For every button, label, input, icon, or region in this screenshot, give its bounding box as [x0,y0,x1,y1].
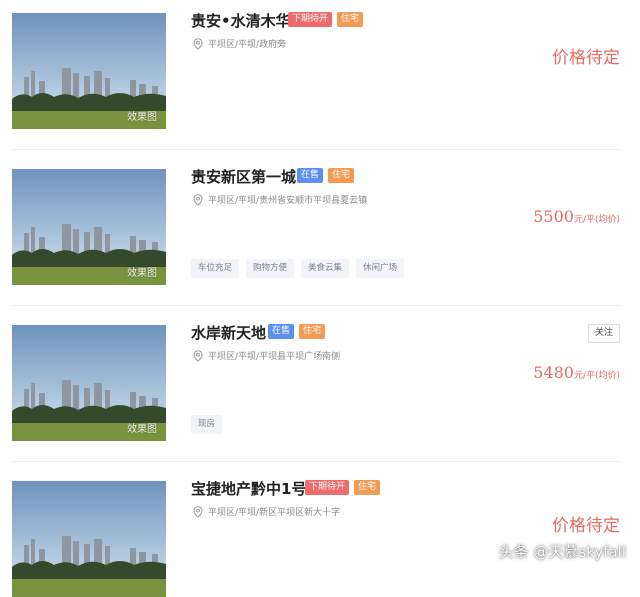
price-value: 5500 [533,207,574,226]
follow-button[interactable]: 关注 [587,324,620,343]
property-type-badge: 住宅 [299,324,326,339]
sales-status-badge: 下期待开 [305,480,350,495]
location-pin-icon [193,349,203,362]
property-address: 平坝区/平坝/新区平坝区新大十字 [193,505,340,518]
property-image[interactable]: 效果图 [12,325,166,441]
feature-tag: 美食云集 [301,259,350,278]
location-pin-icon [193,193,203,206]
status-badges: 在售 住宅 [297,168,355,183]
price-unit: 元/平(均价) [573,215,620,225]
property-title[interactable]: 贵安•水清木华 [191,10,291,31]
listing-card[interactable]: 效果图 贵安新区第一城 在售 住宅 平坝区/平坝/贵州省安顺市平坝县夏云镇 55… [0,156,640,306]
source-watermark: 头条 @天慕skyfall [498,543,626,561]
address-text: 平坝区/平坝/贵州省安顺市平坝县夏云镇 [208,196,368,206]
property-type-badge: 住宅 [328,168,355,183]
property-title[interactable]: 宝捷地产黔中1号 [191,478,306,499]
price: 5480元/平(均价) [533,363,620,382]
property-address: 平坝区/平坝/平坝县平坝广场南侧 [193,349,340,362]
price-unit: 元/平(均价) [573,371,620,381]
address-text: 平坝区/平坝/平坝县平坝广场南侧 [208,352,341,362]
property-image[interactable]: 效果图 [12,169,166,285]
property-address: 平坝区/平坝/贵州省安顺市平坝县夏云镇 [193,193,367,206]
feature-tag: 休闲广场 [356,259,405,278]
image-caption: 效果图 [127,112,157,123]
listing-card[interactable]: 效果图 水岸新天地 在售 住宅 关注 平坝区/平坝/平坝县平坝广场南侧 5480… [0,312,640,462]
status-badges: 下期待开 住宅 [305,480,381,495]
property-title[interactable]: 贵安新区第一城 [191,166,296,187]
location-pin-icon [193,505,203,518]
property-type-badge: 住宅 [354,480,381,495]
status-badges: 下期待开 住宅 [288,12,364,27]
listing-card[interactable]: 效果图 贵安•水清木华 下期待开 住宅 平坝区/平坝/政府旁 价格待定 [0,0,640,150]
address-text: 平坝区/平坝/新区平坝区新大十字 [208,508,341,518]
image-caption: 效果图 [127,268,157,279]
divider [12,305,622,306]
location-pin-icon [193,37,203,50]
property-title[interactable]: 水岸新天地 [191,322,266,343]
divider [12,461,622,462]
feature-tag: 现房 [191,415,223,434]
property-image[interactable] [12,481,166,597]
feature-tags: 现房 [191,415,223,434]
image-caption: 效果图 [127,424,157,435]
price-pending-label: 价格待定 [552,516,620,536]
feature-tags: 车位充足 购物方便 美食云集 休闲广场 [191,259,405,278]
price-value: 5480 [533,363,574,382]
property-image[interactable]: 效果图 [12,13,166,129]
property-type-badge: 住宅 [337,12,364,27]
sales-status-badge: 下期待开 [288,12,333,27]
sales-status-badge: 在售 [268,324,295,339]
feature-tag: 购物方便 [246,259,295,278]
divider [12,149,622,150]
price-pending-label: 价格待定 [552,48,620,68]
sales-status-badge: 在售 [297,168,324,183]
price: 5500元/平(均价) [533,207,620,226]
property-address: 平坝区/平坝/政府旁 [193,37,286,50]
feature-tag: 车位充足 [191,259,240,278]
property-photo [12,481,166,597]
address-text: 平坝区/平坝/政府旁 [208,40,287,50]
status-badges: 在售 住宅 [268,324,326,339]
